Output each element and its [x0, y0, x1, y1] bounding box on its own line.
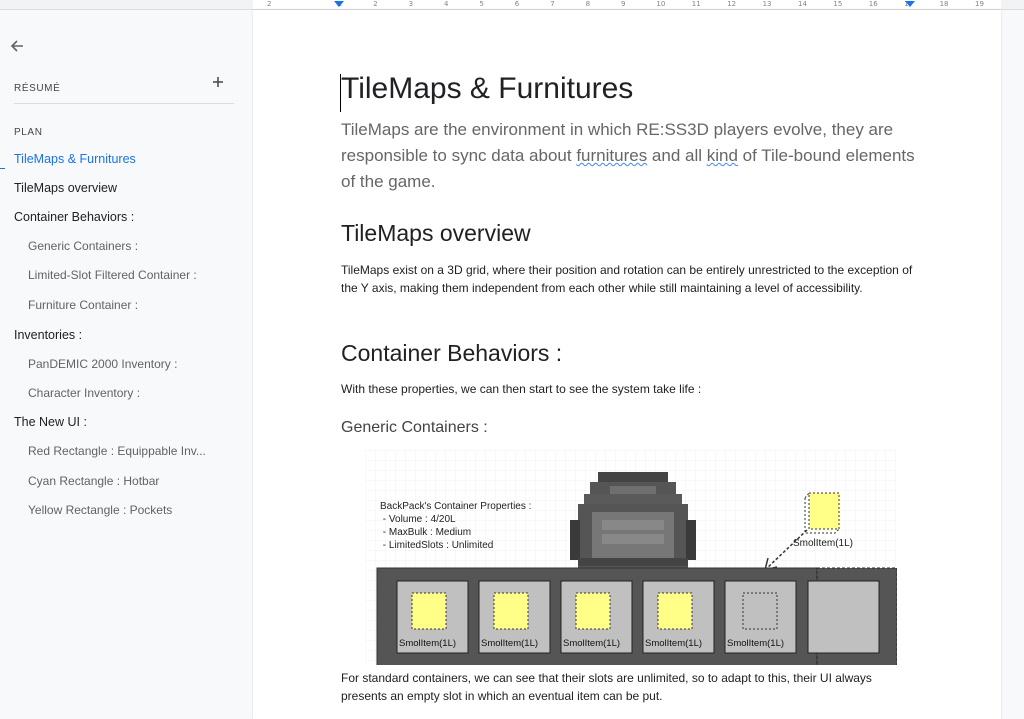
slot-2-label: SmolItem(1L) — [481, 638, 538, 649]
sidebar-divider — [14, 103, 234, 104]
ruler-tick-label: 12 — [727, 0, 737, 8]
ruler-tick-label: 2 — [373, 0, 378, 8]
ruler-tick-label: 3 — [408, 0, 414, 8]
paragraph-overview[interactable]: TileMaps exist on a 3D grid, where their… — [341, 261, 921, 297]
document-page[interactable]: TileMaps & Furnitures TileMaps are the e… — [253, 10, 1001, 719]
ruler-tick-label: 18 — [939, 0, 949, 8]
heading-container-behaviors[interactable]: Container Behaviors : — [341, 340, 562, 367]
ruler-page-area — [253, 0, 1001, 9]
spellcheck-word-furnitures[interactable]: furnitures — [576, 146, 647, 165]
ruler-tick-label: 19 — [975, 0, 984, 8]
spellcheck-word-kind[interactable]: kind — [707, 146, 738, 165]
subtitle-text-2: and all — [647, 146, 707, 165]
ruler-tick-label: 5 — [479, 0, 484, 8]
outline-item-generic-containers[interactable]: Generic Containers : — [28, 239, 138, 253]
ruler-tick-label: 2 — [267, 0, 272, 8]
outline-item-tilemaps-furnitures[interactable]: TileMaps & Furnitures — [14, 152, 136, 166]
slot-4-label: SmolItem(1L) — [645, 638, 702, 649]
left-indent-marker[interactable] — [334, 1, 344, 7]
ruler-tick-label: 13 — [762, 0, 772, 8]
props-line-3: - LimitedSlots : Unlimited — [380, 540, 493, 551]
ruler-tick-label: 6 — [514, 0, 520, 8]
outline-item-furniture-container[interactable]: Furniture Container : — [28, 298, 138, 312]
outline-item-red-rectangle[interactable]: Red Rectangle : Equippable Inv... — [28, 444, 206, 458]
outline-item-tilemaps-overview[interactable]: TileMaps overview — [14, 181, 117, 195]
ruler-tick-label: 9 — [621, 0, 626, 8]
outline-item-pandemic-inventory[interactable]: PanDEMIC 2000 Inventory : — [28, 357, 177, 371]
slot-1-label: SmolItem(1L) — [399, 638, 456, 649]
outline-item-inventories[interactable]: Inventories : — [14, 328, 82, 342]
paragraph-container[interactable]: With these properties, we can then start… — [341, 380, 921, 398]
active-item-indicator — [0, 168, 5, 169]
outline-item-character-inventory[interactable]: Character Inventory : — [28, 386, 140, 400]
summary-heading: RÉSUMÉ — [14, 83, 61, 94]
right-indent-marker[interactable] — [905, 1, 915, 7]
ruler-tick-label: 7 — [550, 0, 555, 8]
document-title[interactable]: TileMaps & Furnitures — [341, 72, 633, 106]
ruler-tick-label: 11 — [691, 0, 701, 8]
floating-item — [804, 492, 840, 534]
arrow-left-icon[interactable] — [8, 37, 26, 55]
heading-tilemaps-overview[interactable]: TileMaps overview — [341, 220, 531, 247]
slot-5-label: SmolItem(1L) — [727, 638, 784, 649]
props-line-1: - Volume : 4/20L — [380, 514, 456, 525]
outline-heading: PLAN — [14, 127, 43, 138]
document-subtitle[interactable]: TileMaps are the environment in which RE… — [341, 117, 921, 195]
ruler-tick-label: 10 — [656, 0, 666, 8]
slot-3-label: SmolItem(1L) — [563, 638, 620, 649]
outline-item-cyan-rectangle[interactable]: Cyan Rectangle : Hotbar — [28, 474, 159, 488]
ruler-tick-label: 4 — [444, 0, 449, 8]
ruler-tick-label: 14 — [798, 0, 807, 8]
ruler-tick-label: 16 — [868, 0, 878, 8]
outline-item-new-ui[interactable]: The New UI : — [14, 415, 87, 429]
outline-item-yellow-rectangle[interactable]: Yellow Rectangle : Pockets — [28, 503, 172, 517]
horizontal-ruler[interactable]: 2 1 1 2 3 4 5 6 7 8 9 10 11 12 13 14 15 16 17 18 19 — [0, 0, 1024, 10]
props-line-2: - MaxBulk : Medium — [380, 527, 471, 538]
document-outline-panel: RÉSUMÉ PLAN TileMaps & Furnitures TileMa… — [0, 10, 252, 719]
ruler-tick-label: 15 — [833, 0, 843, 8]
floating-item-label: SmolItem(1L) — [793, 538, 853, 549]
outline-item-limited-slot-container[interactable]: Limited-Slot Filtered Container : — [28, 268, 197, 282]
props-line-0: BackPack's Container Properties : — [380, 501, 531, 512]
outline-item-container-behaviors[interactable]: Container Behaviors : — [14, 210, 134, 224]
heading-generic-containers[interactable]: Generic Containers : — [341, 419, 488, 437]
paragraph-generic[interactable]: For standard containers, we can see that… — [341, 669, 921, 705]
plus-icon[interactable] — [210, 74, 226, 90]
container-diagram-image[interactable]: BackPack's Container Properties : - Volu… — [365, 450, 897, 665]
empty-slot — [807, 580, 880, 654]
ruler-tick-label: 8 — [585, 0, 591, 8]
